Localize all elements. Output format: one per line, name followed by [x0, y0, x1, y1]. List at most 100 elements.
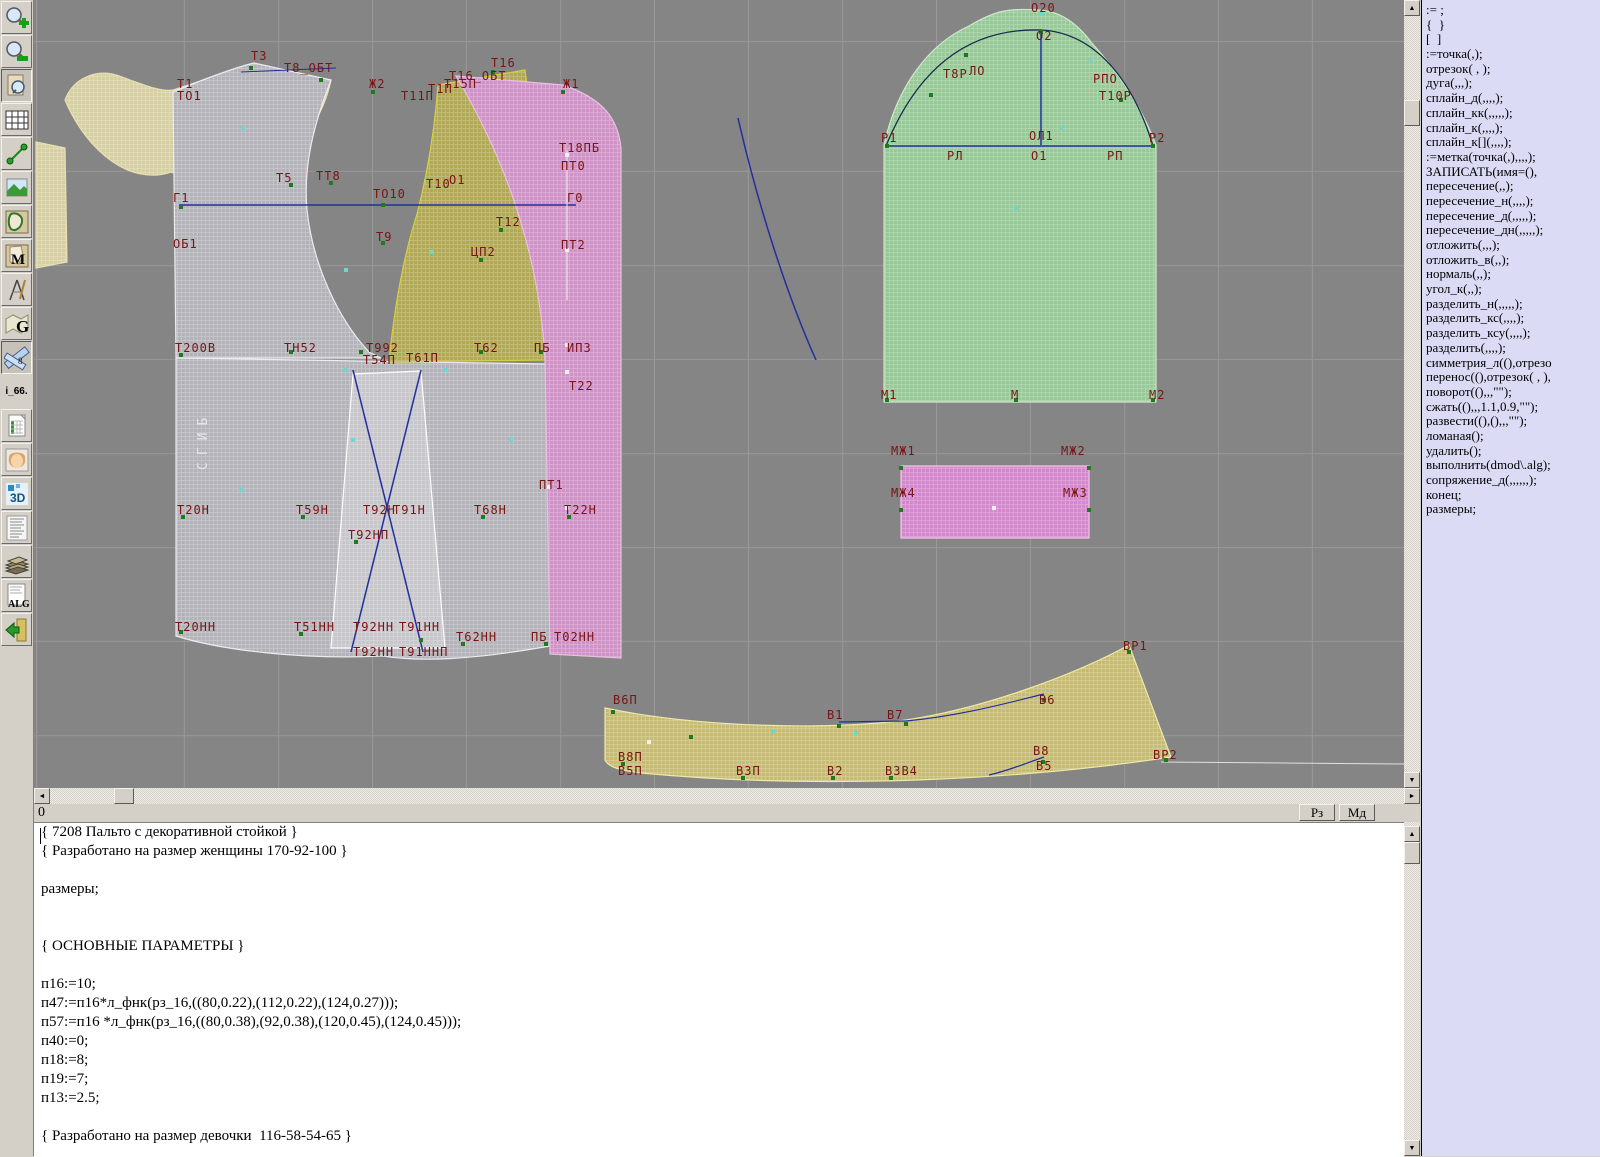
point-marker[interactable] [611, 710, 615, 714]
command-item[interactable]: выполнить(dmod\.alg); [1422, 458, 1600, 473]
command-item[interactable]: :=точка(,); [1422, 47, 1600, 62]
command-item[interactable]: симметрия_л((),отрезо [1422, 356, 1600, 371]
point-marker[interactable] [344, 268, 348, 272]
command-item[interactable]: сплайн_кк(,,,,,); [1422, 106, 1600, 121]
command-item[interactable]: перенос((),отрезок( , ), [1422, 370, 1600, 385]
editor-vscroll-thumb[interactable] [1404, 842, 1420, 864]
point-marker[interactable] [964, 53, 968, 57]
command-item[interactable]: ЗАПИСАТЬ(имя=(), [1422, 165, 1600, 180]
point-marker[interactable] [344, 368, 348, 372]
command-item[interactable]: [ ] [1422, 32, 1600, 47]
table-button[interactable] [1, 409, 32, 442]
command-item[interactable]: :=метка(точка(,),,,,); [1422, 150, 1600, 165]
point-marker[interactable] [444, 368, 448, 372]
point-marker[interactable] [381, 203, 385, 207]
pattern-piece-button[interactable] [1, 205, 32, 238]
command-item[interactable]: поворот((),,,""); [1422, 385, 1600, 400]
command-item[interactable]: пересечение(,,); [1422, 179, 1600, 194]
canvas-hscroll-thumb[interactable] [114, 788, 134, 804]
command-item[interactable]: пересечение_д(,,,,,); [1422, 209, 1600, 224]
command-item[interactable]: сжать((),,,1.1,0.9,""); [1422, 400, 1600, 415]
measure-segment-button[interactable] [1, 137, 32, 170]
zoom-in-button[interactable] [1, 1, 32, 34]
editor-scroll-down-icon[interactable]: ▼ [1404, 1140, 1420, 1156]
editor-line: п57:=п16 *л_фнк(рз_16,((80,0.38),(92,0.3… [34, 1013, 1404, 1032]
point-marker[interactable] [689, 735, 693, 739]
point-marker[interactable] [319, 78, 323, 82]
point-marker[interactable] [899, 508, 903, 512]
command-item[interactable]: разделить(,,,,); [1422, 341, 1600, 356]
command-item[interactable]: нормаль(,,); [1422, 267, 1600, 282]
rz-button[interactable]: Рз [1299, 804, 1335, 821]
grid-button[interactable] [1, 103, 32, 136]
point-marker[interactable] [992, 506, 996, 510]
command-item[interactable]: угол_к(,,); [1422, 282, 1600, 297]
point-marker[interactable] [904, 722, 908, 726]
command-item[interactable]: { } [1422, 18, 1600, 33]
point-marker[interactable] [249, 66, 253, 70]
command-item[interactable]: размеры; [1422, 502, 1600, 517]
editor-vscrollbar[interactable] [1404, 822, 1420, 1156]
zoom-out-button[interactable] [1, 35, 32, 68]
point-marker[interactable] [837, 724, 841, 728]
photo-button[interactable] [1, 443, 32, 476]
point-marker[interactable] [771, 730, 775, 734]
point-marker[interactable] [647, 740, 651, 744]
rulers-button[interactable]: 8 [1, 341, 32, 374]
picture-button[interactable] [1, 171, 32, 204]
command-item[interactable]: отложить(,,,); [1422, 238, 1600, 253]
point-marker[interactable] [509, 438, 513, 442]
alg-document-button[interactable]: ALG [1, 579, 32, 612]
command-item[interactable]: ломаная(); [1422, 429, 1600, 444]
point-marker[interactable] [179, 205, 183, 209]
editor-scroll-up-icon[interactable]: ▲ [1404, 826, 1420, 842]
point-marker[interactable] [929, 93, 933, 97]
command-item[interactable]: удалить(); [1422, 444, 1600, 459]
point-marker[interactable] [239, 488, 243, 492]
point-marker[interactable] [854, 731, 858, 735]
md-button[interactable]: Мд [1339, 804, 1375, 821]
books-button[interactable] [1, 545, 32, 578]
code-editor[interactable]: { 7208 Пальто с декоративной стойкой }{ … [34, 822, 1404, 1157]
point-marker[interactable] [1059, 126, 1063, 130]
point-marker[interactable] [429, 250, 433, 254]
command-item[interactable]: сплайн_к(,,,,); [1422, 121, 1600, 136]
canvas-scroll-left-icon[interactable]: ◄ [34, 788, 50, 804]
pattern-m-button[interactable]: M [1, 239, 32, 272]
point-marker[interactable] [1087, 466, 1091, 470]
canvas-hscrollbar[interactable] [34, 788, 1404, 804]
command-item[interactable]: пересечение_дн(,,,,,); [1422, 223, 1600, 238]
command-item[interactable]: конец; [1422, 488, 1600, 503]
canvas-scroll-down-icon[interactable]: ▼ [1404, 772, 1420, 788]
command-item[interactable]: дуга(,,,); [1422, 76, 1600, 91]
text-list-button[interactable] [1, 511, 32, 544]
point-marker[interactable] [351, 438, 355, 442]
canvas-scroll-up-icon[interactable]: ▲ [1404, 0, 1420, 16]
point-marker[interactable] [1014, 206, 1018, 210]
threed-button[interactable]: 3D [1, 477, 32, 510]
point-marker[interactable] [1089, 58, 1093, 62]
point-marker[interactable] [241, 126, 245, 130]
point-marker[interactable] [419, 638, 423, 642]
command-item[interactable]: разделить_н(,,,,,); [1422, 297, 1600, 312]
point-marker[interactable] [899, 466, 903, 470]
command-item[interactable]: отложить_в(,,); [1422, 253, 1600, 268]
exit-button[interactable] [1, 613, 32, 646]
point-marker[interactable] [1087, 508, 1091, 512]
zoom-page-button[interactable] [1, 69, 32, 102]
pattern-canvas[interactable]: Т3Т8_ОБТЖ2Т1ТО1ОБ1Т16Т16_ОБТЖ1Т11ПТ1ПТ15… [34, 0, 1404, 788]
drafting-tools-button[interactable] [1, 273, 32, 306]
canvas-vscroll-thumb[interactable] [1404, 100, 1420, 126]
grading-button[interactable]: G [1, 307, 32, 340]
point-marker[interactable] [565, 370, 569, 374]
command-item[interactable]: развести((),(),,,""); [1422, 414, 1600, 429]
command-item[interactable]: сплайн_д(,,,,); [1422, 91, 1600, 106]
command-item[interactable]: сопряжение_д(,,,,,,); [1422, 473, 1600, 488]
command-item[interactable]: пересечение_н(,,,,); [1422, 194, 1600, 209]
command-item[interactable]: разделить_кс(,,,,); [1422, 311, 1600, 326]
command-item[interactable]: отрезок( , ); [1422, 62, 1600, 77]
command-item[interactable]: разделить_ксу(,,,,); [1422, 326, 1600, 341]
command-item[interactable]: := ; [1422, 3, 1600, 18]
command-item[interactable]: сплайн_к[](,,,,); [1422, 135, 1600, 150]
canvas-scroll-right-icon[interactable]: ► [1404, 788, 1420, 804]
